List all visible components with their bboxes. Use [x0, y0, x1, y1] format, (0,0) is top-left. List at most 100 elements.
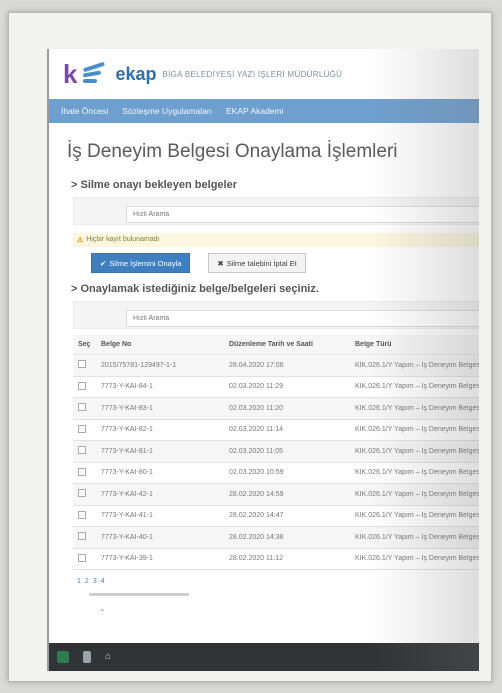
row-select-cell [73, 381, 97, 392]
row-checkbox[interactable] [78, 403, 86, 412]
bird-logo-icon [83, 61, 109, 85]
approve-section-title[interactable]: > Onaylamak istediğiniz belge/belgeleri … [49, 283, 479, 295]
monitor-screen: k ekap BİGA BELEDİYESİ YAZI İŞLERİ MÜDÜR… [47, 49, 479, 671]
table-row[interactable]: 7773-Y-KAI-80-1 02.03.2020 10:59 KİK.026.1… [73, 462, 479, 484]
doc-no-cell: 2015/75781-129497-1-1 [101, 361, 177, 369]
logo-subtitle: BİGA BELEDİYESİ YAZI İŞLERİ MÜDÜRLÜĞÜ [162, 69, 343, 79]
nav-item-ihale-oncesi[interactable]: İhale Öncesi [61, 106, 108, 116]
doc-type-cell: KİK.026.1/Y Yapım – İş Deneyim Belgesi(Y… [355, 426, 479, 434]
date-cell: 02.03.2020 11:29 [229, 383, 283, 391]
network-icon[interactable]: ⌂ [105, 651, 117, 663]
date-cell: 02.03.2020 11:20 [229, 404, 283, 412]
page-link[interactable]: 1 [77, 578, 81, 585]
row-checkbox[interactable] [78, 424, 86, 433]
approve-delete-label: Silme İşlemini Onayla [109, 258, 182, 268]
table-body: 2015/75781-129497-1-1 28.04.2020 17:06 KİK… [73, 355, 479, 570]
doc-type-cell: KİK.026.1/Y Yapım – İş Deneyim Belgesi(Y… [355, 512, 479, 520]
header: k ekap BİGA BELEDİYESİ YAZI İŞLERİ MÜDÜR… [49, 49, 479, 99]
doc-no-cell: 7773-Y-KAI-84-1 [101, 383, 153, 391]
doc-type-cell: KİK.026.1/Y Yapım – İş Deneyim Belgesi(Y… [355, 469, 479, 477]
scroll-up-icon[interactable]: ⌃ [99, 608, 479, 617]
page-link[interactable]: 3 [93, 578, 97, 585]
doc-type-cell: KİK.026.1/Y Yapım – İş Deneyim Belgesi(Y… [355, 383, 479, 391]
date-cell: 28.02.2020 11:12 [229, 555, 283, 563]
col-docno-header[interactable]: Belge No [97, 341, 227, 348]
nav-item-sozlesme[interactable]: Sözleşme Uygulamaları [122, 106, 212, 116]
table-row[interactable]: 7773-Y-KAI-83-1 02.03.2020 11:20 KİK.026.1… [73, 398, 479, 420]
approve-delete-button[interactable]: ✔ Silme İşlemini Onayla [91, 253, 191, 273]
doc-no-cell: 7773-Y-KAI-39-1 [101, 555, 153, 563]
row-select-cell [73, 510, 97, 521]
photo-frame: k ekap BİGA BELEDİYESİ YAZI İŞLERİ MÜDÜR… [8, 12, 492, 682]
doc-no-cell: 7773-Y-KAI-83-1 [101, 404, 153, 412]
row-select-cell [73, 532, 97, 542]
nav-item-akademi[interactable]: EKAP Akademi [226, 106, 284, 116]
taskbar: ⌂ [49, 643, 479, 671]
table-row[interactable]: 2015/75781-129497-1-1 28.04.2020 17:06 KİK… [73, 355, 479, 377]
date-cell: 28.02.2020 14:47 [229, 512, 284, 520]
date-cell: 28.02.2020 14:59 [229, 490, 284, 498]
pending-search-input[interactable] [126, 206, 479, 223]
row-checkbox[interactable] [78, 446, 86, 455]
main-nav: İhale Öncesi Sözleşme Uygulamaları EKAP … [49, 99, 479, 123]
doc-type-cell: KİK.026.1/Y Yapım – İş Deneyim Belgesi(Y… [355, 555, 479, 563]
col-date-header[interactable]: Düzenleme Tarih ve Saati [227, 341, 353, 348]
row-checkbox[interactable] [78, 532, 86, 541]
excel-app-icon[interactable] [57, 651, 69, 663]
warning-text: Hiçbir kayıt bulunamadı [86, 236, 160, 243]
cancel-delete-button[interactable]: ✖ Silme talebini İptal Et [208, 253, 306, 273]
row-checkbox[interactable] [78, 553, 86, 562]
approve-search-row [73, 301, 479, 329]
horizontal-scrollbar[interactable] [89, 593, 189, 596]
doc-type-cell: KİK.026.1/Y Yapım – İş Deneyim Belgesi(Y… [355, 361, 479, 369]
row-select-cell [73, 424, 97, 435]
page-link[interactable]: 4 [101, 578, 105, 585]
pending-search-row [73, 197, 479, 225]
date-cell: 02.03.2020 11:14 [229, 426, 283, 434]
doc-no-cell: 7773-Y-KAI-81-1 [101, 447, 153, 455]
doc-type-cell: KİK.026.1/Y Yapım – İş Deneyim Belgesi(Y… [355, 447, 479, 455]
warning-icon: ⚠ [77, 237, 84, 244]
row-checkbox[interactable] [78, 510, 86, 519]
row-select-cell [73, 489, 97, 499]
page-link[interactable]: 2 [85, 578, 89, 585]
documents-table: Seç Belge No Düzenleme Tarih ve Saati Be… [73, 335, 479, 570]
page-title: İş Deneyim Belgesi Onaylama İşlemleri [67, 141, 398, 162]
table-row[interactable]: 7773-Y-KAI-40-1 28.02.2020 14:38 KİK.026.1… [73, 527, 479, 549]
logo-text[interactable]: ekap [115, 64, 156, 85]
col-type-header[interactable]: Belge Türü [353, 341, 479, 348]
table-row[interactable]: 7773-Y-KAI-42-1 28.02.2020 14:59 KİK.026.1… [73, 484, 479, 506]
row-select-cell [73, 403, 97, 413]
check-icon: ✔ [100, 258, 107, 268]
approve-search-input[interactable] [126, 310, 479, 327]
table-row[interactable]: 7773-Y-KAI-82-1 02.03.2020 11:14 KİK.026.1… [73, 419, 479, 441]
pending-section-title[interactable]: > Silme onayı bekleyen belgeler [49, 179, 479, 191]
row-select-cell [73, 467, 97, 478]
row-checkbox[interactable] [78, 381, 86, 390]
close-icon: ✖ [217, 258, 224, 268]
row-checkbox[interactable] [78, 467, 86, 476]
doc-no-cell: 7773-Y-KAI-82-1 [101, 426, 153, 434]
date-cell: 02.03.2020 11:05 [229, 447, 283, 455]
table-row[interactable]: 7773-Y-KAI-81-1 02.03.2020 11:05 KİK.026.1… [73, 441, 479, 463]
table-row[interactable]: 7773-Y-KAI-41-1 28.02.2020 14:47 KİK.026.1… [73, 505, 479, 527]
empty-warning: ⚠ Hiçbir kayıt bulunamadı [73, 233, 479, 247]
row-checkbox[interactable] [78, 489, 86, 498]
doc-no-cell: 7773-Y-KAI-40-1 [101, 533, 153, 541]
doc-type-cell: KİK.026.1/Y Yapım – İş Deneyim Belgesi(Y… [355, 490, 479, 498]
date-cell: 28.02.2020 14:38 [229, 533, 284, 541]
pagination: 1234 [77, 578, 479, 585]
row-select-cell [73, 553, 97, 564]
row-select-cell [73, 360, 97, 370]
doc-no-cell: 7773-Y-KAI-41-1 [101, 512, 153, 520]
table-row[interactable]: 7773-Y-KAI-84-1 02.03.2020 11:29 KİK.026.1… [73, 376, 479, 398]
table-row[interactable]: 7773-Y-KAI-39-1 28.02.2020 11:12 KİK.026.1… [73, 548, 479, 570]
logo-letter[interactable]: k [63, 59, 77, 90]
calculator-app-icon[interactable] [83, 651, 91, 663]
pending-actions: ✔ Silme İşlemini Onayla ✖ Silme talebini… [91, 253, 479, 273]
doc-no-cell: 7773-Y-KAI-80-1 [101, 469, 153, 477]
doc-no-cell: 7773-Y-KAI-42-1 [101, 490, 153, 498]
row-checkbox[interactable] [78, 360, 86, 369]
table-header: Seç Belge No Düzenleme Tarih ve Saati Be… [73, 335, 479, 355]
col-select-header[interactable]: Seç [73, 341, 97, 348]
